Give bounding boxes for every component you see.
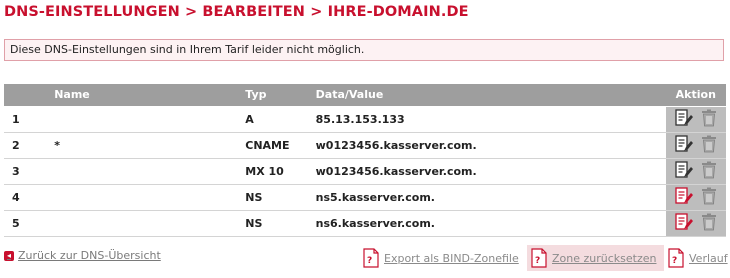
record-value: w0123456.kasserver.com. [307, 132, 666, 159]
svg-text:?: ? [367, 256, 372, 266]
record-type: NS [237, 184, 308, 211]
row-actions [665, 158, 726, 185]
column-header-nr [4, 84, 47, 107]
export-label: Export als BIND-Zonefile [384, 251, 519, 265]
edit-icon[interactable] [675, 212, 693, 234]
record-name: * [46, 132, 238, 159]
record-value: ns5.kasserver.com. [307, 184, 666, 211]
table-row: 4 NS ns5.kasserver.com. [4, 184, 726, 211]
row-number: 2 [4, 132, 47, 159]
row-actions [665, 106, 726, 133]
breadcrumb-part-edit: BEARBEITEN [202, 4, 306, 20]
breadcrumb-separator: > [310, 4, 323, 20]
row-actions [665, 132, 726, 159]
record-name [46, 210, 238, 237]
column-header-typ: Typ [237, 84, 308, 107]
record-name [46, 184, 238, 211]
back-link-label: Zurück zur DNS-Übersicht [18, 249, 161, 262]
column-header-data: Data/Value [307, 84, 666, 107]
edit-icon[interactable] [675, 160, 693, 182]
record-type: NS [237, 210, 308, 237]
table-row: 5 NS ns6.kasserver.com. [4, 210, 726, 237]
svg-text:?: ? [672, 256, 677, 266]
record-type: CNAME [237, 132, 308, 159]
back-to-dns-overview-link[interactable]: ◂ Zurück zur DNS-Übersicht [4, 249, 161, 262]
back-arrow-icon: ◂ [4, 250, 14, 261]
edit-icon[interactable] [675, 108, 693, 130]
record-value: w0123456.kasserver.com. [307, 158, 666, 185]
row-number: 4 [4, 184, 47, 211]
zone-reset-link[interactable]: ? Zone zurücksetzen [527, 245, 665, 271]
trash-icon[interactable] [701, 161, 717, 182]
column-header-name: Name [46, 84, 238, 107]
edit-icon[interactable] [675, 186, 693, 208]
trash-icon[interactable] [701, 213, 717, 234]
row-number: 3 [4, 158, 47, 185]
history-link[interactable]: ? Verlauf [667, 245, 728, 271]
page-title: DNS-EINSTELLUNGEN > BEARBEITEN > IHRE-DO… [4, 4, 469, 20]
row-actions [665, 210, 726, 237]
row-number: 5 [4, 210, 47, 237]
breadcrumb-separator: > [184, 4, 198, 20]
table-body: 1 A 85.13.153.133 2 * CNAME w0123456.kas… [4, 106, 726, 237]
record-value: ns6.kasserver.com. [307, 210, 666, 237]
table-row: 3 MX 10 w0123456.kasserver.com. [4, 158, 726, 185]
document-icon: ? [531, 248, 547, 268]
record-name [46, 106, 238, 133]
trash-icon[interactable] [701, 187, 717, 208]
export-bind-zonefile-link[interactable]: ? Export als BIND-Zonefile [362, 245, 519, 271]
reset-label: Zone zurücksetzen [552, 251, 657, 265]
error-message: Diese DNS-Einstellungen sind in Ihrem Ta… [4, 39, 724, 61]
breadcrumb-part-dns: DNS-EINSTELLUNGEN [4, 4, 180, 20]
table-row: 1 A 85.13.153.133 [4, 106, 726, 133]
record-type: A [237, 106, 308, 133]
history-label: Verlauf [689, 251, 728, 265]
row-number: 1 [4, 106, 47, 133]
trash-icon[interactable] [701, 109, 717, 130]
document-icon: ? [668, 248, 684, 268]
row-actions [665, 184, 726, 211]
trash-icon[interactable] [701, 135, 717, 156]
record-value: 85.13.153.133 [307, 106, 666, 133]
breadcrumb-part-domain: IHRE-DOMAIN.DE [327, 4, 469, 20]
column-header-action: Aktion [665, 84, 726, 107]
record-type: MX 10 [237, 158, 308, 185]
record-name [46, 158, 238, 185]
edit-icon[interactable] [675, 134, 693, 156]
table-header-row: Name Typ Data/Value Aktion [4, 84, 726, 107]
table-row: 2 * CNAME w0123456.kasserver.com. [4, 132, 726, 159]
dns-records-table: Name Typ Data/Value Aktion 1 A 85.13.153… [4, 84, 726, 237]
document-icon: ? [363, 248, 379, 268]
svg-text:?: ? [535, 256, 540, 266]
